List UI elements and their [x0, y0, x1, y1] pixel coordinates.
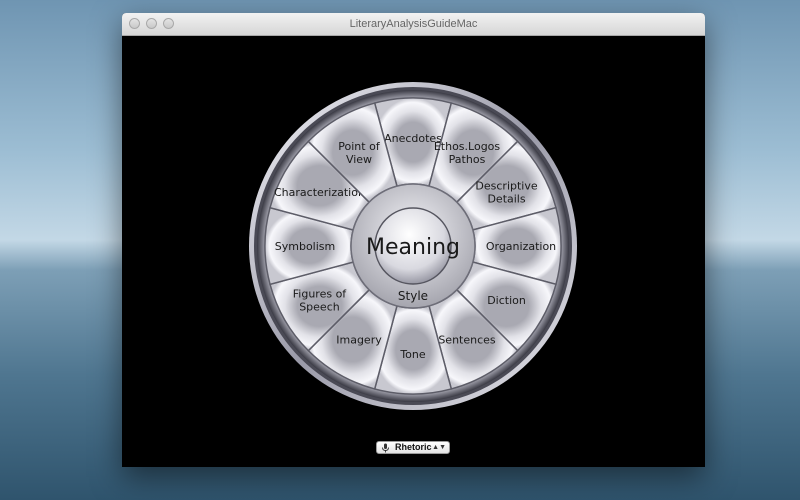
updown-arrows-icon: ▲▼: [432, 444, 446, 451]
wheel-segment-label-tone: Tone: [399, 348, 426, 361]
meaning-label: Meaning: [366, 235, 460, 260]
wheel-segment-label-imagery: Imagery: [336, 334, 382, 347]
wheel-segment-label-sentences: Sentences: [438, 334, 496, 347]
mode-selector[interactable]: Rhetoric ▲▼: [376, 441, 450, 454]
wheel-segment-label-line: Imagery: [336, 334, 382, 347]
wheel-segment-label-line: Speech: [299, 301, 340, 314]
wheel-segment-label-symbolism: Symbolism: [275, 240, 335, 253]
app-window: LiteraryAnalysisGuideMac Anecdotes Ethos…: [122, 13, 705, 467]
window-title: LiteraryAnalysisGuideMac: [349, 18, 478, 30]
wheel-segment-label-organization: Organization: [486, 240, 556, 253]
wheel-segment-label-line: Details: [487, 193, 525, 206]
wheel-segment-label-figures-of-speech: Figures of Speech: [293, 288, 348, 314]
wheel-segment-label-line: Symbolism: [275, 240, 335, 253]
analysis-wheel: AnecdotesEthos.Logos PathosDescriptive Det…: [249, 82, 577, 410]
wheel-segment-label-line: Point of: [338, 140, 381, 153]
wheel-segment-label-line: Descriptive: [475, 180, 537, 193]
wheel-segment-label-line: Diction: [487, 294, 526, 307]
wheel-segment-label-line: Organization: [486, 240, 556, 253]
wheel-segment-label-line: View: [346, 153, 372, 166]
title-bar: LiteraryAnalysisGuideMac: [122, 13, 705, 36]
wheel-segment-label-line: Figures of: [293, 288, 348, 301]
content-area: Anecdotes Ethos.Logos Pathos Descriptive Det…: [122, 36, 705, 467]
wheel-segment-label-line: Ethos.Logos: [434, 140, 501, 153]
wheel-segment-label-characterization: Characterization: [274, 186, 365, 199]
microphone-icon: [382, 443, 389, 453]
mode-selector-value: Rhetoric: [395, 442, 432, 452]
wheel-segment-label-line: Pathos: [449, 153, 486, 166]
wheel-segment-label-line: Sentences: [438, 334, 496, 347]
wheel-segment-label-diction: Diction: [487, 294, 526, 307]
wheel-segment-label-line: Characterization: [274, 186, 365, 199]
wheel-segment-label-line: Tone: [399, 348, 426, 361]
style-label: Style: [398, 289, 428, 303]
